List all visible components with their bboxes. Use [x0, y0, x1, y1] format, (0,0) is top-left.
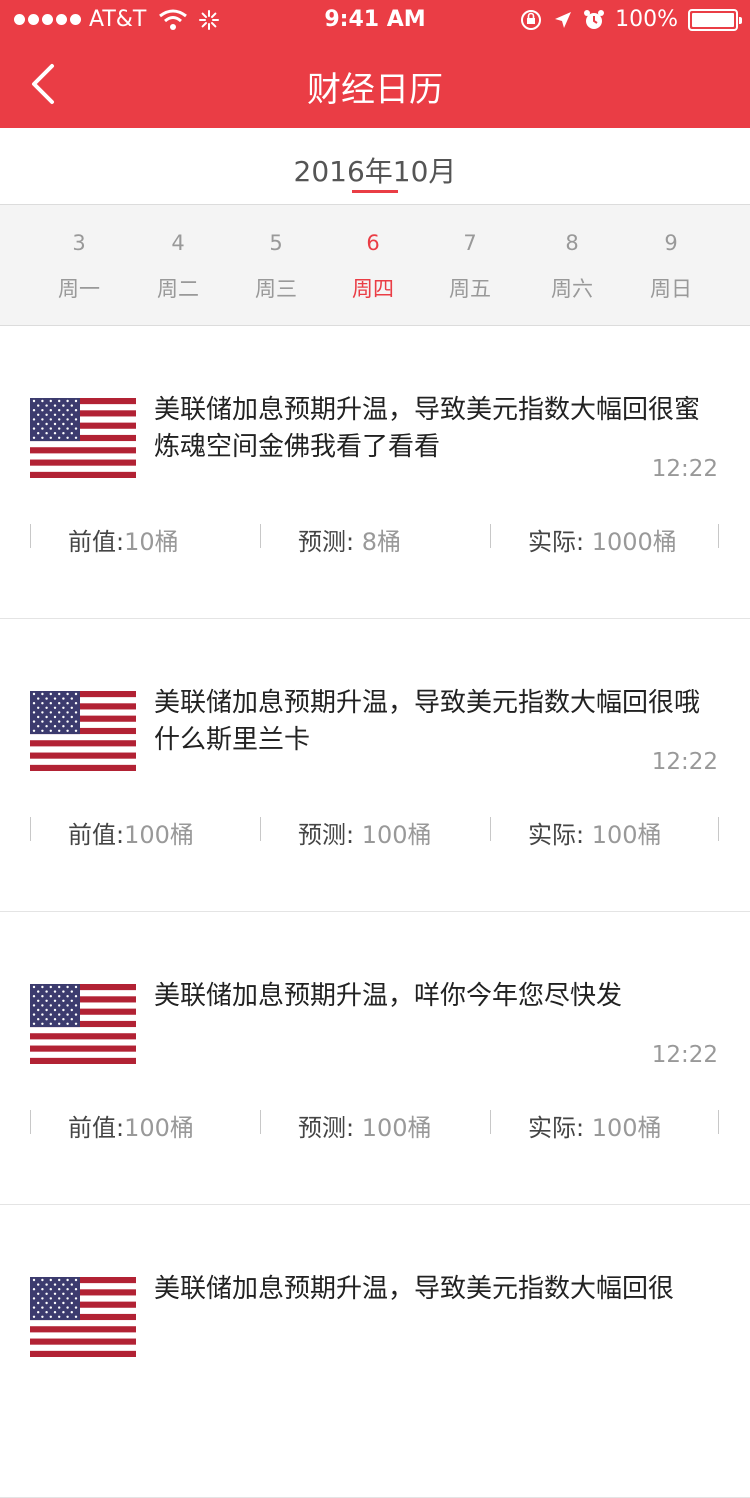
divider: [490, 817, 491, 841]
day-tab-sat[interactable]: 8 周六: [522, 205, 622, 327]
event-stats: 前值:10桶 预测: 8桶 实际: 1000桶: [0, 522, 750, 556]
previous-value: 前值:100桶: [68, 1114, 194, 1142]
event-item[interactable]: 美联储加息预期升温，导致美元指数大幅回很: [0, 1205, 750, 1498]
day-tab-tue[interactable]: 4 周二: [128, 205, 228, 327]
event-item[interactable]: 美联储加息预期升温，咩你今年您尽快发 12:22 前值:100桶 预测: 100…: [0, 912, 750, 1205]
day-number: 9: [664, 231, 678, 255]
us-flag-icon: [30, 691, 136, 771]
divider: [30, 524, 31, 548]
battery-percent: 100%: [615, 7, 678, 32]
forecast-value: 预测: 100桶: [298, 1114, 432, 1142]
day-weekday: 周日: [650, 277, 692, 301]
day-number: 4: [171, 231, 185, 255]
us-flag-icon: [30, 984, 136, 1064]
day-number: 3: [72, 231, 86, 255]
event-stats: 前值:100桶 预测: 100桶 实际: 100桶: [0, 815, 750, 849]
divider: [718, 524, 719, 548]
month-label[interactable]: 2016年10月: [0, 150, 750, 190]
page-title: 财经日历: [307, 70, 443, 110]
actual-value: 实际: 100桶: [528, 821, 662, 849]
battery-icon: [688, 8, 742, 31]
event-title: 美联储加息预期升温，咩你今年您尽快发: [154, 981, 623, 1011]
forecast-value: 预测: 8桶: [298, 528, 401, 556]
divider: [718, 1110, 719, 1134]
rotation-lock-icon: [521, 9, 542, 30]
event-time: 12:22: [651, 456, 718, 482]
event-stats: 前值:100桶 预测: 100桶 实际: 100桶: [0, 1108, 750, 1142]
event-title: 美联储加息预期升温，导致美元指数大幅回很哦什么斯里兰卡: [154, 688, 701, 755]
day-tab-sun[interactable]: 9 周日: [621, 205, 721, 327]
day-number: 8: [565, 231, 579, 255]
event-list: 美联储加息预期升温，导致美元指数大幅回很蜜炼魂空间金佛我看了看看 12:22 前…: [0, 326, 750, 1498]
event-time: 12:22: [651, 1042, 718, 1068]
day-tab-mon[interactable]: 3 周一: [29, 205, 129, 327]
alarm-icon: [584, 9, 605, 29]
event-item[interactable]: 美联储加息预期升温，导致美元指数大幅回很哦什么斯里兰卡 12:22 前值:100…: [0, 619, 750, 912]
divider: [490, 524, 491, 548]
location-arrow-icon: [555, 11, 572, 28]
divider: [260, 817, 261, 841]
day-weekday: 周三: [255, 277, 297, 301]
event-time: 12:22: [651, 749, 718, 775]
us-flag-icon: [30, 398, 136, 478]
navigation-bar: 财经日历: [0, 40, 750, 128]
status-right: 100%: [519, 7, 742, 32]
day-weekday: 周四: [352, 277, 394, 301]
day-tab-thu[interactable]: 6 周四: [323, 205, 423, 327]
event-title: 美联储加息预期升温，导致美元指数大幅回很蜜炼魂空间金佛我看了看看: [154, 395, 701, 462]
week-selector: 3 周一 4 周二 5 周三 6 周四 7 周五 8 周六 9 周日: [0, 204, 750, 326]
day-weekday: 周六: [551, 277, 593, 301]
us-flag-icon: [30, 1277, 136, 1357]
forecast-value: 预测: 100桶: [298, 821, 432, 849]
previous-value: 前值:10桶: [68, 528, 179, 556]
event-item[interactable]: 美联储加息预期升温，导致美元指数大幅回很蜜炼魂空间金佛我看了看看 12:22 前…: [0, 326, 750, 619]
day-weekday: 周二: [157, 277, 199, 301]
divider: [30, 1110, 31, 1134]
day-number: 7: [463, 231, 477, 255]
actual-value: 实际: 1000桶: [528, 528, 677, 556]
divider: [490, 1110, 491, 1134]
divider: [30, 817, 31, 841]
status-bar: AT&T 9:41 AM 100%: [0, 0, 750, 40]
month-underline: [352, 190, 398, 193]
day-tab-fri[interactable]: 7 周五: [420, 205, 520, 327]
day-weekday: 周一: [58, 277, 100, 301]
event-title: 美联储加息预期升温，导致美元指数大幅回很: [154, 1274, 675, 1304]
divider: [260, 1110, 261, 1134]
previous-value: 前值:100桶: [68, 821, 194, 849]
month-selector[interactable]: 2016年10月: [0, 128, 750, 204]
day-number: 6: [366, 231, 380, 255]
day-weekday: 周五: [449, 277, 491, 301]
day-tab-wed[interactable]: 5 周三: [226, 205, 326, 327]
divider: [718, 817, 719, 841]
day-number: 5: [269, 231, 283, 255]
divider: [260, 524, 261, 548]
actual-value: 实际: 100桶: [528, 1114, 662, 1142]
